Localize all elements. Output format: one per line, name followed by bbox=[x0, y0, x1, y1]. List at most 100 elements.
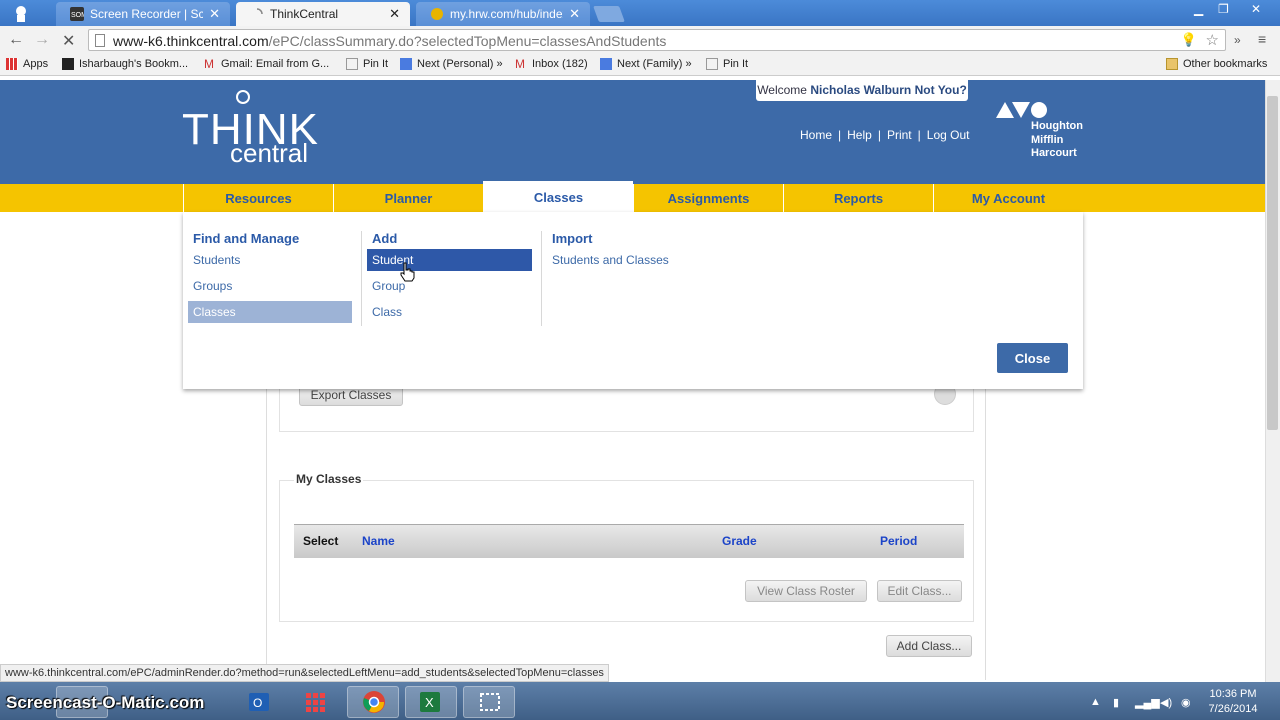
tab-close-icon[interactable]: ✕ bbox=[389, 6, 400, 22]
forward-arrow-icon[interactable]: → bbox=[34, 31, 50, 49]
add-class-button[interactable]: Add Class... bbox=[886, 635, 972, 657]
screencast-favicon: SOM bbox=[70, 7, 84, 21]
address-bar[interactable]: www-k6.thinkcentral.com/ePC/classSummary… bbox=[88, 29, 1226, 51]
chrome-icon bbox=[363, 691, 385, 713]
scrollbar-thumb[interactable] bbox=[1267, 96, 1278, 430]
bookmark-inbox[interactable]: M Inbox (182) bbox=[515, 58, 588, 70]
bookmark-next-family[interactable]: Next (Family) » bbox=[600, 58, 692, 70]
screen-capture-icon bbox=[480, 693, 500, 711]
menu-divider bbox=[361, 231, 362, 326]
menu-item-add-student[interactable]: Student bbox=[367, 249, 532, 271]
bookmark-apps[interactable]: Apps bbox=[6, 58, 48, 70]
bookmark-gmail[interactable]: M Gmail: Email from G... bbox=[204, 58, 329, 70]
bookmark-pin-it-2[interactable]: Pin It bbox=[706, 58, 748, 70]
battery-icon[interactable]: ▮ bbox=[1113, 696, 1119, 709]
menu-icon[interactable]: ≡ bbox=[1258, 31, 1266, 47]
tab-close-icon[interactable]: ✕ bbox=[209, 6, 220, 22]
menu-item-add-group[interactable]: Group bbox=[367, 275, 532, 297]
column-select: Select bbox=[303, 534, 339, 548]
google-icon bbox=[400, 58, 412, 70]
back-arrow-icon[interactable]: ← bbox=[8, 31, 24, 49]
nav-assignments[interactable]: Assignments bbox=[633, 184, 783, 212]
delicious-icon bbox=[62, 58, 74, 70]
globe-favicon bbox=[431, 8, 443, 20]
edit-class-button[interactable]: Edit Class... bbox=[877, 580, 962, 602]
status-url: www-k6.thinkcentral.com/ePC/adminRender.… bbox=[0, 664, 609, 682]
column-period[interactable]: Period bbox=[880, 534, 917, 548]
menu-item-groups[interactable]: Groups bbox=[188, 275, 352, 297]
bookmark-star-icon[interactable]: ☆ bbox=[1206, 31, 1219, 49]
gmail-icon: M bbox=[204, 57, 214, 71]
screencast-watermark: Screencast-O-Matic.com bbox=[6, 693, 205, 712]
minimize-icon[interactable]: ▁ bbox=[1194, 2, 1203, 16]
header-links: Home | Help | Print | Log Out bbox=[800, 128, 970, 142]
google-icon bbox=[600, 58, 612, 70]
browser-toolbar: ← → ✕ www-k6.thinkcentral.com/ePC/classS… bbox=[0, 26, 1280, 54]
menu-item-classes[interactable]: Classes bbox=[188, 301, 352, 323]
svg-text:O: O bbox=[253, 696, 262, 710]
menu-item-add-class[interactable]: Class bbox=[367, 301, 532, 323]
column-name[interactable]: Name bbox=[362, 534, 395, 548]
welcome-text: Welcome bbox=[757, 83, 807, 97]
tab-label: ThinkCentral bbox=[270, 7, 339, 21]
tray-chevron-icon[interactable]: ▲ bbox=[1090, 696, 1101, 708]
nav-planner[interactable]: Planner bbox=[333, 184, 483, 212]
nav-my-account[interactable]: My Account bbox=[933, 184, 1083, 212]
apps-grid-icon[interactable] bbox=[303, 690, 327, 714]
svg-text:SOM: SOM bbox=[71, 12, 84, 19]
logo-ring-icon bbox=[236, 90, 250, 104]
outlook-icon[interactable]: O bbox=[247, 690, 271, 714]
user-name: Nicholas Walburn bbox=[810, 83, 912, 97]
excel-icon: X bbox=[420, 692, 440, 712]
apps-grid-icon bbox=[6, 58, 18, 70]
extensions-chevron-icon[interactable]: » bbox=[1234, 33, 1241, 47]
publisher-name: Houghton Mifflin Harcourt bbox=[1031, 120, 1083, 159]
window-close-icon[interactable]: ✕ bbox=[1251, 2, 1261, 16]
network-icon[interactable]: ◉ bbox=[1181, 696, 1191, 709]
bookmarks-bar: Apps Isharbaugh's Bookm... M Gmail: Email… bbox=[0, 54, 1280, 76]
gmail-icon: M bbox=[515, 57, 525, 71]
lightbulb-icon[interactable]: 💡 bbox=[1181, 32, 1197, 48]
logout-link[interactable]: Log Out bbox=[927, 128, 970, 142]
tab-thinkcentral[interactable]: ThinkCentral ✕ bbox=[236, 2, 410, 26]
volume-icon[interactable]: ◀) bbox=[1160, 696, 1172, 709]
page-icon bbox=[346, 58, 358, 70]
page-icon bbox=[706, 58, 718, 70]
bookmark-next-personal[interactable]: Next (Personal) » bbox=[400, 58, 503, 70]
print-link[interactable]: Print bbox=[887, 128, 912, 142]
tab-hrw[interactable]: my.hrw.com/hub/index.js ✕ bbox=[416, 2, 590, 26]
system-clock[interactable]: 10:36 PM 7/26/2014 bbox=[1200, 687, 1266, 717]
close-menu-button[interactable]: Close bbox=[997, 343, 1068, 373]
signal-icon[interactable]: ▂▄▆ bbox=[1135, 696, 1160, 709]
bookmark-isharbaugh[interactable]: Isharbaugh's Bookm... bbox=[62, 58, 188, 70]
column-grade[interactable]: Grade bbox=[722, 534, 757, 548]
chrome-user-icon bbox=[16, 6, 26, 22]
tab-label: Screen Recorder | Screenc bbox=[90, 7, 204, 21]
view-class-roster-button[interactable]: View Class Roster bbox=[745, 580, 867, 602]
page-icon bbox=[95, 34, 105, 47]
my-classes-label: My Classes bbox=[294, 472, 364, 486]
other-bookmarks[interactable]: Other bookmarks bbox=[1166, 58, 1267, 70]
menu-divider bbox=[541, 231, 542, 326]
import-heading: Import bbox=[552, 231, 593, 246]
home-link[interactable]: Home bbox=[800, 128, 832, 142]
nav-resources[interactable]: Resources bbox=[183, 184, 333, 212]
menu-item-import-students-classes[interactable]: Students and Classes bbox=[547, 249, 717, 271]
hand-cursor-icon bbox=[400, 262, 415, 282]
tab-close-icon[interactable]: ✕ bbox=[569, 6, 580, 22]
stop-loading-icon[interactable]: ✕ bbox=[62, 31, 75, 51]
hmh-logo-icon bbox=[996, 102, 1047, 118]
nav-classes[interactable]: Classes bbox=[483, 181, 633, 213]
not-you-link[interactable]: Not You? bbox=[915, 83, 967, 97]
tab-screen-recorder[interactable]: SOM Screen Recorder | Screenc ✕ bbox=[56, 2, 230, 26]
new-tab-button[interactable] bbox=[593, 6, 625, 22]
logo-central: central bbox=[230, 138, 309, 168]
tab-label: my.hrw.com/hub/index.js bbox=[450, 7, 563, 21]
restore-icon[interactable]: ❐ bbox=[1218, 2, 1229, 16]
bookmark-pin-it[interactable]: Pin It bbox=[346, 58, 388, 70]
help-link[interactable]: Help bbox=[847, 128, 872, 142]
folder-icon bbox=[1166, 58, 1178, 70]
nav-reports[interactable]: Reports bbox=[783, 184, 933, 212]
add-heading: Add bbox=[372, 231, 398, 246]
menu-item-students[interactable]: Students bbox=[188, 249, 352, 271]
